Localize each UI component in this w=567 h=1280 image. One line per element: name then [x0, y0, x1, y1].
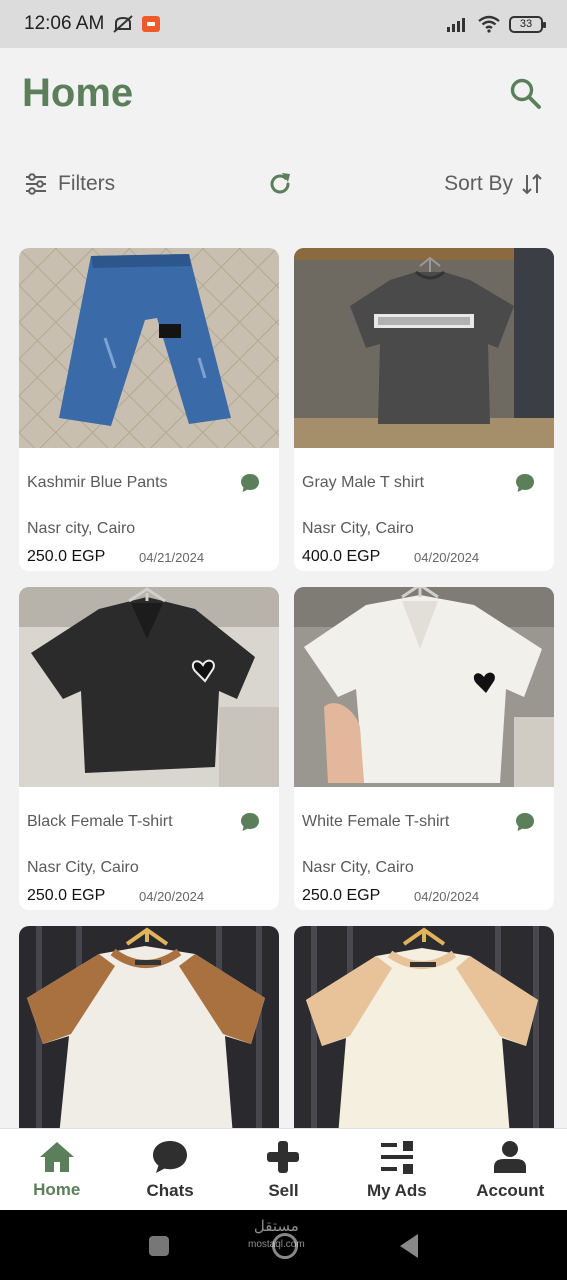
product-date: 04/20/2024	[414, 550, 480, 565]
plus-icon	[267, 1140, 300, 1173]
chat-icon[interactable]	[514, 811, 536, 833]
product-image[interactable]	[19, 926, 279, 1136]
status-time: 12:06 AM	[24, 13, 105, 34]
product-date: 04/20/2024	[414, 889, 480, 904]
watermark-text: مستقل	[253, 1218, 299, 1235]
refresh-icon	[270, 173, 290, 194]
back-button[interactable]	[400, 1234, 418, 1258]
refresh-button[interactable]	[266, 170, 294, 198]
product-image[interactable]	[19, 248, 279, 448]
product-date: 04/20/2024	[139, 889, 205, 904]
watermark: مستقل mostaql.com	[248, 1218, 305, 1254]
nav-chats[interactable]: Chats	[115, 1139, 225, 1201]
chat-bubble-icon	[153, 1140, 188, 1173]
nav-label: Home	[33, 1179, 81, 1199]
nav-label: Account	[476, 1180, 545, 1200]
sliders-icon	[26, 173, 46, 195]
home-icon	[39, 1141, 74, 1172]
nav-sell[interactable]: Sell	[228, 1139, 338, 1201]
product-grid: Kashmir Blue Pants Nasr city, Cairo 250.…	[19, 248, 555, 1136]
product-location: Nasr City, Cairo	[302, 859, 414, 876]
sort-by-button[interactable]: Sort By	[444, 172, 543, 196]
product-price: 250.0 EGP	[27, 548, 106, 565]
product-image[interactable]	[294, 587, 554, 787]
product-info: Gray Male T shirt Nasr City, Cairo 400.0…	[294, 448, 554, 571]
product-location: Nasr City, Cairo	[302, 520, 414, 537]
search-button[interactable]	[505, 73, 545, 113]
chat-icon[interactable]	[514, 472, 536, 494]
wifi-icon	[478, 15, 500, 33]
nav-label: Chats	[146, 1180, 194, 1200]
product-card[interactable]: Black Female T-shirt Nasr City, Cairo 25…	[19, 587, 279, 910]
product-card[interactable]: Gray Male T shirt Nasr City, Cairo 400.0…	[294, 248, 554, 571]
product-card[interactable]	[294, 926, 554, 1136]
product-location: Nasr City, Cairo	[27, 859, 139, 876]
product-card[interactable]: Kashmir Blue Pants Nasr city, Cairo 250.…	[19, 248, 279, 571]
product-location: Nasr city, Cairo	[27, 520, 136, 537]
sort-arrows-icon	[522, 173, 542, 195]
nav-home[interactable]: Home	[2, 1140, 112, 1200]
product-title: Black Female T-shirt	[27, 813, 173, 830]
nav-my-ads[interactable]: My Ads	[342, 1139, 452, 1201]
product-title: White Female T-shirt	[302, 813, 450, 830]
search-icon	[510, 78, 541, 109]
product-price: 250.0 EGP	[27, 887, 106, 904]
status-bar: 12:06 AM 33	[0, 0, 567, 48]
nav-account[interactable]: Account	[455, 1139, 565, 1201]
person-icon	[494, 1140, 527, 1173]
system-navigation-bar: مستقل mostaql.com	[0, 1210, 567, 1280]
list-icon	[380, 1140, 413, 1174]
signal-icon	[447, 18, 465, 32]
bottom-navigation: Home Chats Sell My Ads Account	[0, 1128, 567, 1210]
page-title: Home	[22, 70, 134, 115]
nav-label: Sell	[268, 1180, 299, 1200]
watermark-sub: mostaql.com	[248, 1239, 305, 1250]
product-card[interactable]	[19, 926, 279, 1136]
product-date: 04/21/2024	[139, 550, 205, 565]
filters-label: Filters	[58, 172, 116, 195]
battery-icon: 33	[509, 15, 546, 33]
filters-button[interactable]: Filters	[24, 172, 115, 196]
notification-app-icon	[142, 16, 161, 32]
sort-label: Sort By	[444, 172, 513, 195]
nav-label: My Ads	[366, 1180, 427, 1200]
product-title: Gray Male T shirt	[302, 474, 425, 491]
mute-alarm-icon	[113, 15, 133, 33]
chat-icon[interactable]	[239, 811, 261, 833]
product-card[interactable]: White Female T-shirt Nasr City, Cairo 25…	[294, 587, 554, 910]
product-info: Black Female T-shirt Nasr City, Cairo 25…	[19, 787, 279, 910]
battery-level: 33	[519, 18, 533, 30]
chat-icon[interactable]	[239, 472, 261, 494]
product-info: Kashmir Blue Pants Nasr city, Cairo 250.…	[19, 448, 279, 571]
recent-apps-button[interactable]	[149, 1236, 169, 1256]
app-header: Home	[0, 48, 567, 138]
product-price: 250.0 EGP	[302, 887, 381, 904]
product-price: 400.0 EGP	[302, 548, 381, 565]
product-title: Kashmir Blue Pants	[27, 474, 168, 491]
product-image[interactable]	[294, 248, 554, 448]
product-info: White Female T-shirt Nasr City, Cairo 25…	[294, 787, 554, 910]
product-image[interactable]	[19, 587, 279, 787]
toolbar: Filters Sort By	[0, 160, 567, 208]
product-image[interactable]	[294, 926, 554, 1136]
